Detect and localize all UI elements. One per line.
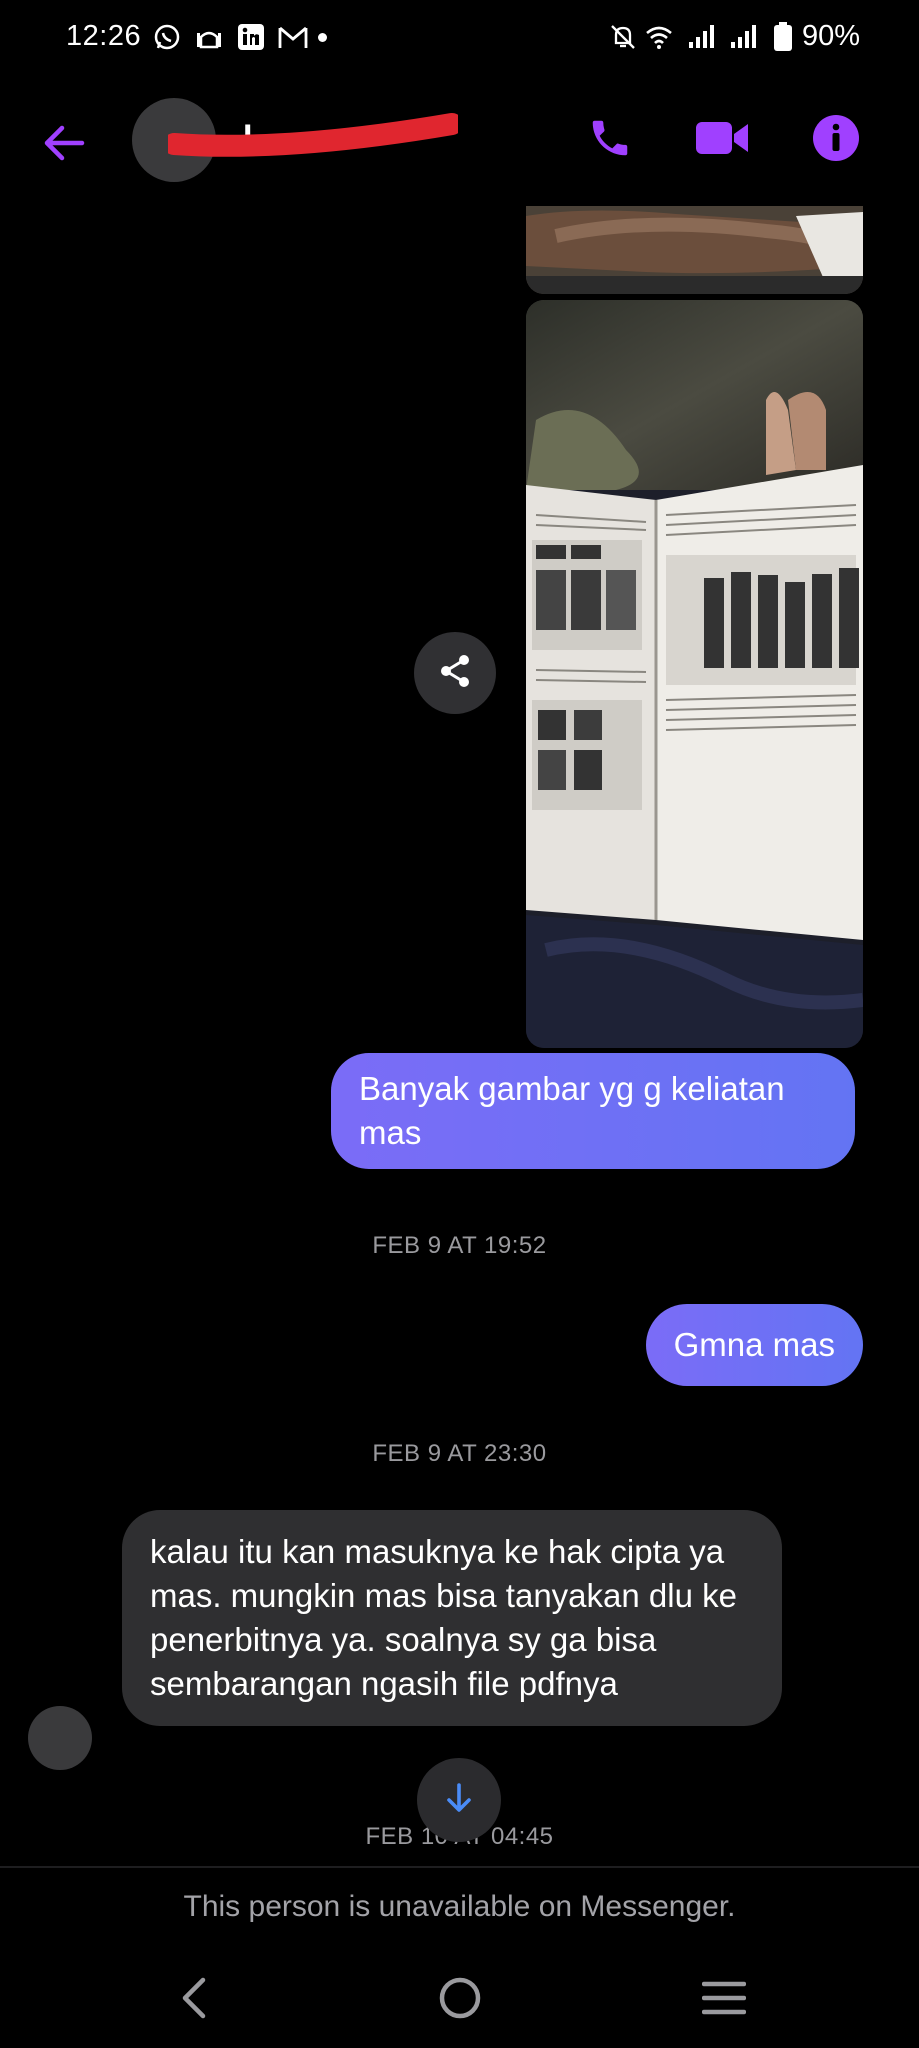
battery-icon [768,22,798,52]
phone-icon [587,115,633,166]
linkedin-icon [236,22,266,52]
voice-call-button[interactable] [580,110,640,170]
battery-percentage: 90% [802,20,861,52]
gmail-icon [278,22,308,52]
share-button[interactable] [414,632,496,714]
home-circle-icon [438,1976,482,2025]
image-message[interactable] [526,206,863,294]
info-button[interactable] [806,110,866,170]
footer-divider [0,1866,919,1868]
menu-lines-icon [701,1980,747,2021]
wifi-icon [644,22,674,52]
outgoing-message[interactable]: Gmna mas [645,1304,863,1386]
nav-recents-button[interactable] [684,1968,764,2032]
nav-home-button[interactable] [420,1968,500,2032]
outgoing-message[interactable]: Banyak gambar yg g keliatan mas [331,1053,855,1169]
arrow-down-icon [441,1780,477,1821]
whatsapp-icon [152,22,182,52]
incoming-message[interactable]: kalau itu kan masuknya ke hak cipta ya m… [122,1510,782,1726]
info-icon [812,114,860,167]
unavailable-notice: This person is unavailable on Messenger. [183,1890,736,1923]
chevron-left-icon [177,1976,211,2025]
video-call-button[interactable] [692,110,752,170]
redaction-mark [163,112,463,158]
mosque-icon [194,22,224,52]
message-timestamp: FEB 9 AT 19:52 [372,1232,547,1259]
signal-icon [728,22,758,52]
nav-back-button[interactable] [154,1968,234,2032]
message-timestamp: FEB 9 AT 23:30 [372,1440,547,1467]
notification-dot [318,33,327,42]
status-time: 12:26 [66,20,142,52]
signal-icon [686,22,716,52]
share-icon [435,651,475,696]
sender-avatar[interactable] [28,1706,92,1770]
silent-bell-icon [608,22,638,52]
video-camera-icon [694,118,750,163]
back-arrow-icon[interactable] [40,118,90,168]
image-message[interactable] [526,300,863,1048]
scroll-to-bottom-button[interactable] [417,1758,501,1842]
